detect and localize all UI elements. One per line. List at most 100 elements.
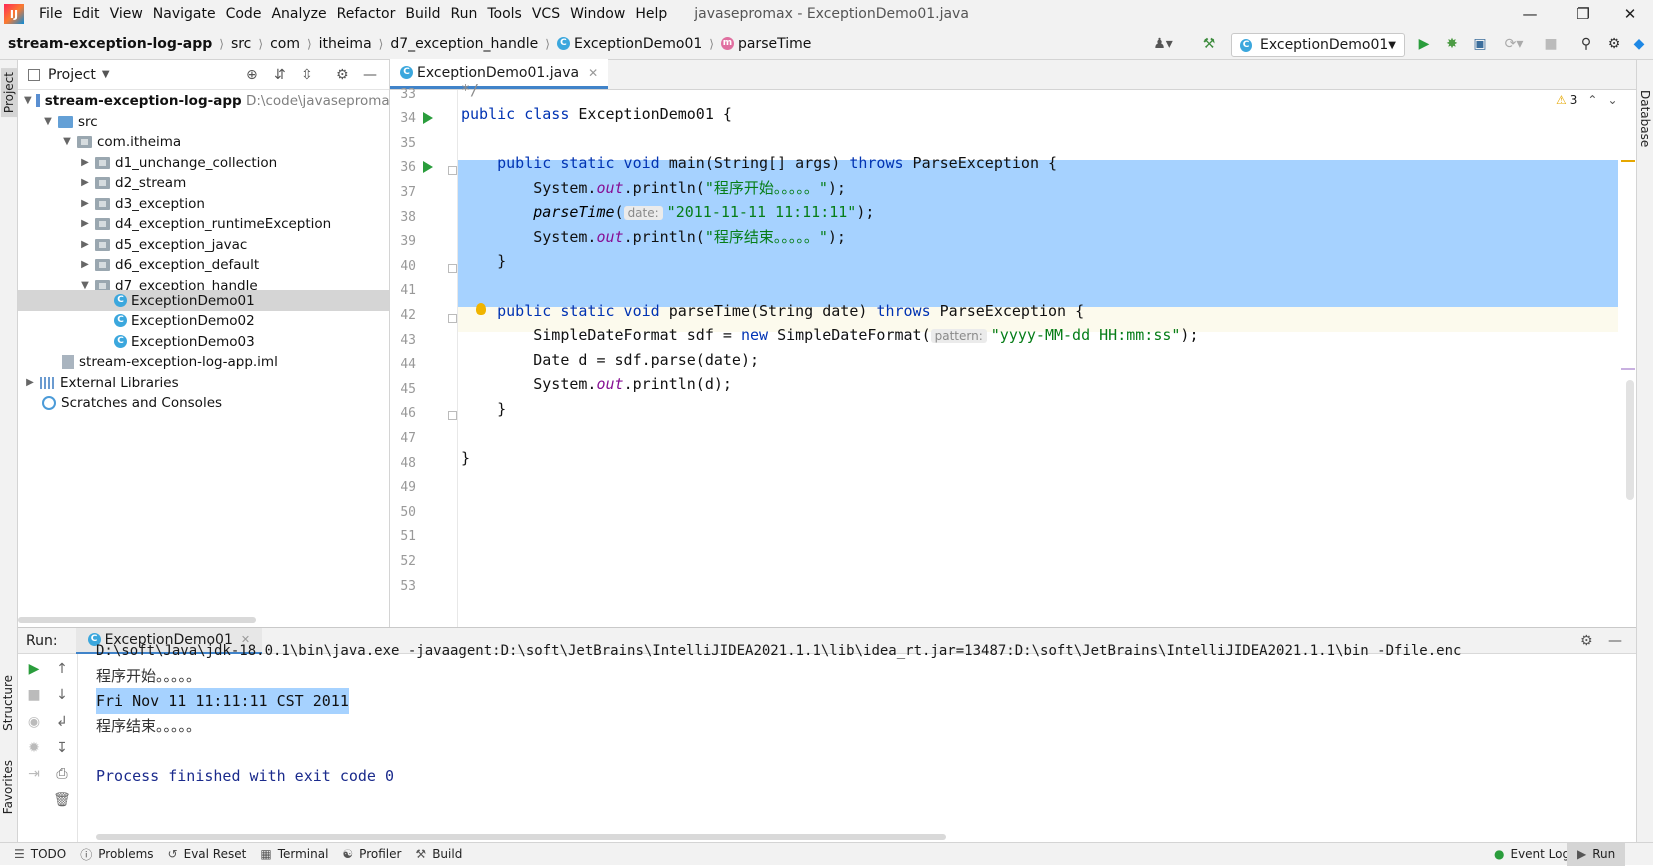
locate-icon[interactable]: ⊕ bbox=[246, 67, 258, 83]
tree-item-scratches[interactable]: Scratches and Consoles bbox=[18, 392, 389, 413]
tree-item-package[interactable]: ▶ d5_exception_javac bbox=[18, 234, 389, 255]
sidebar-tab-structure[interactable]: Structure bbox=[1, 675, 15, 731]
breadcrumb-method[interactable]: m parseTime bbox=[720, 36, 811, 52]
chevron-down-icon[interactable]: ⌄ bbox=[1607, 93, 1617, 107]
arrow-up-icon[interactable]: ↑ bbox=[52, 659, 72, 679]
arrow-down-icon[interactable]: ↓ bbox=[52, 685, 72, 705]
gear-icon[interactable]: ⚙ bbox=[1603, 33, 1625, 55]
status-event-log[interactable]: ● Event Log bbox=[1494, 847, 1570, 861]
build-hammer-icon[interactable]: ⚒ bbox=[1198, 33, 1220, 55]
fold-icon[interactable] bbox=[448, 411, 457, 420]
menu-build[interactable]: Build bbox=[400, 6, 445, 22]
scrollbar-thumb[interactable] bbox=[1626, 380, 1634, 500]
exit-icon[interactable]: ⇥ bbox=[24, 764, 44, 784]
tree-item-external-libraries[interactable]: ▶ External Libraries bbox=[18, 372, 389, 393]
menu-edit[interactable]: Edit bbox=[67, 6, 104, 22]
scroll-to-end-icon[interactable]: ↧ bbox=[52, 738, 72, 758]
vertical-scrollbar[interactable] bbox=[1618, 90, 1636, 627]
breadcrumb-class[interactable]: C ExceptionDemo01 bbox=[556, 36, 702, 52]
run-gutter-icon[interactable] bbox=[423, 112, 433, 124]
code-line[interactable]: System.out.println("程序开始。。。。。"); bbox=[461, 176, 1636, 201]
menu-run[interactable]: Run bbox=[446, 6, 483, 22]
search-icon[interactable]: ⚲ bbox=[1575, 33, 1597, 55]
horizontal-scrollbar[interactable] bbox=[96, 834, 946, 840]
code-line[interactable]: */ bbox=[461, 78, 1636, 103]
sidebar-tab-database[interactable]: Database bbox=[1638, 90, 1652, 147]
menu-tools[interactable]: Tools bbox=[482, 6, 527, 22]
tree-item-package[interactable]: ▶ d1_unchange_collection bbox=[18, 152, 389, 173]
code-line[interactable]: public static void main(String[] args) t… bbox=[461, 151, 1636, 176]
menu-vcs[interactable]: VCS bbox=[527, 6, 565, 22]
menu-navigate[interactable]: Navigate bbox=[148, 6, 221, 22]
code-line[interactable]: parseTime(date: "2011-11-11 11:11:11"); bbox=[461, 200, 1636, 225]
menu-view[interactable]: View bbox=[105, 6, 148, 22]
fold-icon[interactable] bbox=[448, 166, 457, 175]
tree-item-class[interactable]: C ExceptionDemo03 bbox=[18, 331, 389, 352]
menu-code[interactable]: Code bbox=[221, 6, 267, 22]
jetbrains-toolbox-icon[interactable]: ◆ bbox=[1628, 33, 1650, 55]
breadcrumb-project[interactable]: stream-exception-log-app bbox=[8, 36, 212, 52]
inspection-widget[interactable]: ⚠ 3 ⌃ ⌄ bbox=[1556, 93, 1618, 107]
sidebar-tab-favorites[interactable]: Favorites bbox=[1, 760, 15, 814]
status-eval-reset[interactable]: ↺ Eval Reset bbox=[168, 847, 247, 861]
tree-item-package[interactable]: ▶ d6_exception_default bbox=[18, 254, 389, 275]
minimize-icon[interactable]: — bbox=[1507, 0, 1553, 28]
code-line[interactable]: } bbox=[461, 249, 1636, 274]
code-line[interactable]: System.out.println(d); bbox=[461, 372, 1636, 397]
soft-wrap-icon[interactable]: ↲ bbox=[52, 712, 72, 732]
expand-all-icon[interactable]: ⇵ bbox=[274, 67, 286, 83]
rerun-icon[interactable]: ▶ bbox=[24, 659, 44, 679]
fold-icon[interactable] bbox=[448, 314, 457, 323]
code-line[interactable]: public static void parseTime(String date… bbox=[461, 299, 1636, 324]
status-terminal[interactable]: ▦ Terminal bbox=[260, 847, 328, 861]
menu-refactor[interactable]: Refactor bbox=[332, 6, 401, 22]
settings-icon[interactable]: ✹ bbox=[24, 738, 44, 758]
fold-icon[interactable] bbox=[448, 264, 457, 273]
status-profiler[interactable]: ☯ Profiler bbox=[342, 847, 401, 861]
status-todo[interactable]: ☰ TODO bbox=[14, 847, 66, 861]
tree-item-module[interactable]: ▼ stream-exception-log-app D:\code\javas… bbox=[18, 90, 402, 111]
run-gutter-icon[interactable] bbox=[423, 161, 433, 173]
camera-icon[interactable]: ◉ bbox=[24, 712, 44, 732]
debug-icon[interactable]: ✸ bbox=[1441, 33, 1463, 55]
status-run[interactable]: ▶ Run bbox=[1567, 842, 1626, 866]
breadcrumb-itheima[interactable]: itheima bbox=[319, 36, 372, 52]
tree-item-class[interactable]: C ExceptionDemo02 bbox=[18, 310, 389, 331]
stop-icon[interactable]: ■ bbox=[24, 685, 44, 705]
tree-item-package[interactable]: ▶ d4_exception_runtimeException bbox=[18, 213, 389, 234]
print-icon[interactable]: ⎙ bbox=[52, 764, 72, 784]
breadcrumb-com[interactable]: com bbox=[270, 36, 300, 52]
sidebar-tab-project[interactable]: Project bbox=[1, 68, 17, 118]
restore-icon[interactable]: ❐ bbox=[1560, 0, 1606, 28]
chevron-down-icon[interactable]: ▼ bbox=[102, 69, 110, 80]
menu-window[interactable]: Window bbox=[565, 6, 630, 22]
gear-icon[interactable]: ⚙ bbox=[336, 67, 349, 83]
menu-analyze[interactable]: Analyze bbox=[266, 6, 331, 22]
tree-item-com-itheima[interactable]: ▼ com.itheima bbox=[18, 131, 389, 152]
stop-icon[interactable]: ■ bbox=[1540, 33, 1562, 55]
code-line[interactable]: System.out.println("程序结束。。。。。"); bbox=[461, 225, 1636, 250]
hide-panel-icon[interactable]: — bbox=[363, 67, 377, 83]
tree-item-package[interactable]: ▶ d3_exception bbox=[18, 193, 389, 214]
tree-item-class[interactable]: C ExceptionDemo01 bbox=[18, 290, 389, 311]
profile-icon[interactable]: ⟳▾ bbox=[1497, 33, 1531, 55]
user-icon[interactable]: ♟▾ bbox=[1152, 33, 1174, 55]
breadcrumb-package[interactable]: d7_exception_handle bbox=[390, 36, 538, 52]
run-configuration-select[interactable]: C ExceptionDemo01 ▼ bbox=[1231, 33, 1405, 57]
code-line[interactable]: public class ExceptionDemo01 { bbox=[461, 102, 1636, 127]
menu-help[interactable]: Help bbox=[630, 6, 672, 22]
tree-item-src[interactable]: ▼ src bbox=[18, 111, 389, 132]
status-problems[interactable]: ⓘ Problems bbox=[80, 846, 153, 863]
project-panel-title[interactable]: Project bbox=[48, 67, 96, 83]
close-icon[interactable]: ✕ bbox=[1607, 0, 1653, 28]
tree-item-package[interactable]: ▶ d2_stream bbox=[18, 172, 389, 193]
code-line[interactable]: Date d = sdf.parse(date); bbox=[461, 348, 1636, 373]
code-line[interactable]: } bbox=[461, 446, 1636, 471]
status-build[interactable]: ⚒ Build bbox=[415, 847, 462, 861]
menu-file[interactable]: File bbox=[34, 6, 67, 22]
tree-item-iml[interactable]: stream-exception-log-app.iml bbox=[18, 351, 389, 372]
horizontal-scrollbar[interactable] bbox=[18, 617, 256, 623]
chevron-up-icon[interactable]: ⌃ bbox=[1587, 93, 1597, 107]
code-line[interactable]: } bbox=[461, 397, 1636, 422]
coverage-icon[interactable]: ▣ bbox=[1469, 33, 1491, 55]
